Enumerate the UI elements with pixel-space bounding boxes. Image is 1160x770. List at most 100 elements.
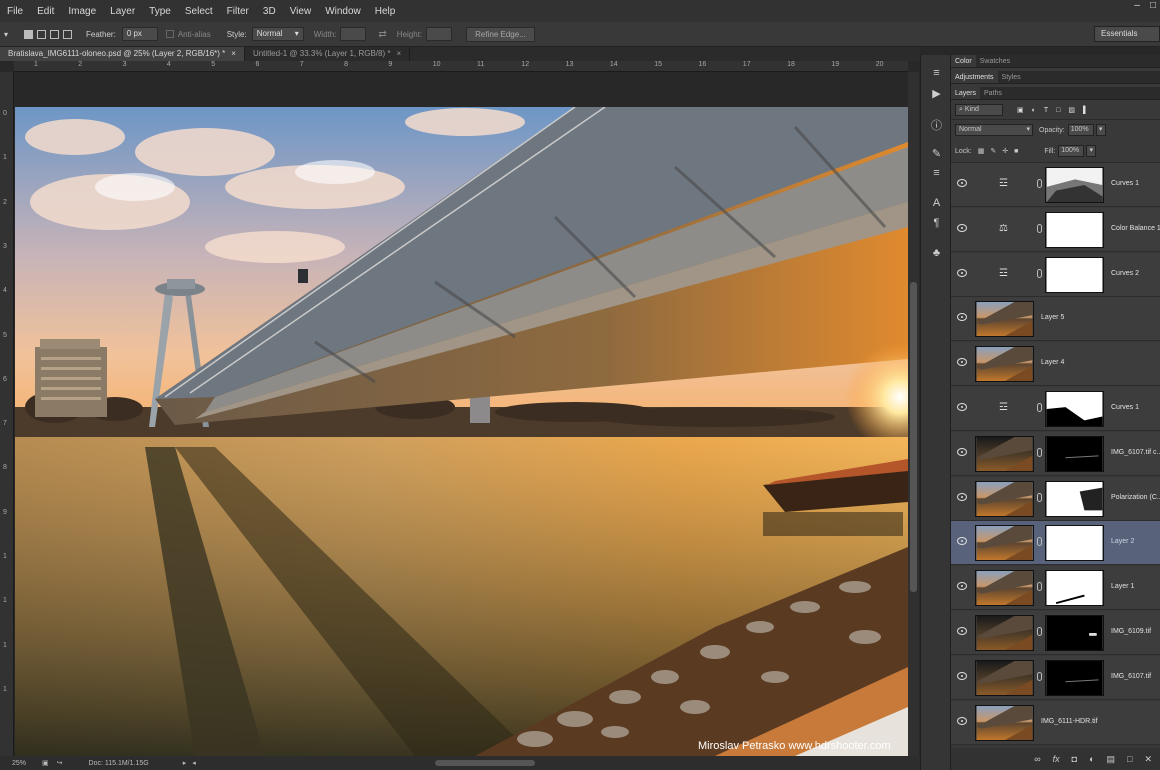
menu-view[interactable]: View <box>283 6 319 17</box>
subtract-selection-icon[interactable] <box>50 29 60 39</box>
export-icon[interactable]: ↪ <box>57 759 63 767</box>
layer-thumbnail[interactable] <box>975 435 1034 472</box>
add-mask-icon[interactable]: ◘ <box>1072 754 1077 764</box>
fx-icon[interactable]: fx <box>1053 754 1060 764</box>
filter-toggle-icon[interactable]: ▌ <box>1083 107 1088 114</box>
layer-row[interactable]: IMG_6111-HDR.tif <box>951 700 1160 745</box>
link-icon[interactable] <box>1037 179 1042 188</box>
doc-tab-bratislava[interactable]: Bratislava_IMG6111-oloneo.psd @ 25% (Lay… <box>0 47 245 61</box>
lock-image-icon[interactable]: ✎ <box>990 147 996 155</box>
tool-preset-icon[interactable]: ▾ <box>4 30 8 39</box>
horizontal-ruler[interactable]: 1 2 3 4 5 6 7 8 9 10 11 12 13 14 15 16 17 18 19 20 <box>14 61 908 72</box>
layer-thumbnail[interactable] <box>975 480 1034 517</box>
visibility-eye-icon[interactable] <box>957 582 967 591</box>
menu-3d[interactable]: 3D <box>256 6 283 17</box>
link-icon[interactable] <box>1037 447 1042 457</box>
layer-row[interactable]: Polarization (C... <box>951 476 1160 521</box>
status-menu-icon[interactable]: ▸ <box>183 759 187 767</box>
camera-icon[interactable]: ▣ <box>42 759 49 767</box>
layer-name[interactable]: Color Balance 1 <box>1111 225 1160 232</box>
blend-mode-select[interactable]: Normal ▾ <box>955 124 1033 136</box>
layer-mask-thumbnail[interactable] <box>1045 615 1104 651</box>
link-icon[interactable] <box>1037 671 1042 681</box>
layer-row[interactable]: ☲ Curves 2 <box>951 252 1160 297</box>
tab-swatches[interactable]: Swatches <box>976 55 1014 67</box>
layer-thumbnail[interactable] <box>975 525 1034 562</box>
layer-mask-thumbnail[interactable] <box>1045 391 1104 427</box>
visibility-eye-icon[interactable] <box>957 313 967 322</box>
layer-row[interactable]: ⚖ Color Balance 1 <box>951 207 1160 252</box>
tab-styles[interactable]: Styles <box>998 71 1025 83</box>
new-layer-icon[interactable]: □ <box>1127 754 1132 764</box>
layer-name[interactable]: IMG_6111-HDR.tif <box>1041 718 1098 725</box>
layer-mask-thumbnail[interactable] <box>1045 435 1104 472</box>
layer-name[interactable]: Curves 1 <box>1111 180 1139 187</box>
layer-thumbnail[interactable] <box>975 301 1034 338</box>
layer-row[interactable]: Layer 1 <box>951 566 1160 611</box>
layer-thumbnail[interactable] <box>975 704 1034 741</box>
link-layers-icon[interactable]: ∞ <box>1034 754 1040 764</box>
menu-filter[interactable]: Filter <box>220 6 256 17</box>
layer-mask-thumbnail[interactable] <box>1045 167 1104 203</box>
link-icon[interactable] <box>1037 537 1042 547</box>
menu-layer[interactable]: Layer <box>103 6 142 17</box>
layer-thumbnail[interactable] <box>975 615 1034 651</box>
vertical-scrollbar[interactable] <box>908 72 919 756</box>
layer-name[interactable]: Polarization (C... <box>1111 494 1160 501</box>
layer-row[interactable]: IMG_6107.tif c... <box>951 431 1160 476</box>
menu-image[interactable]: Image <box>61 6 103 17</box>
visibility-eye-icon[interactable] <box>957 223 967 232</box>
layer-name[interactable]: Layer 1 <box>1111 583 1134 590</box>
intersect-selection-icon[interactable] <box>63 29 73 39</box>
layer-mask-thumbnail[interactable] <box>1045 211 1104 248</box>
visibility-eye-icon[interactable] <box>957 671 967 680</box>
link-icon[interactable] <box>1037 492 1042 502</box>
swap-icon[interactable]: ⇄ <box>378 29 386 40</box>
tab-color[interactable]: Color <box>951 55 976 67</box>
layer-thumbnail[interactable] <box>975 570 1034 607</box>
layer-row[interactable]: IMG_6109.tif <box>951 611 1160 655</box>
add-selection-icon[interactable] <box>37 29 47 39</box>
fill-input[interactable]: 100% <box>1058 145 1085 157</box>
layer-mask-thumbnail[interactable] <box>1045 256 1104 293</box>
layer-name[interactable]: Curves 1 <box>1111 404 1139 411</box>
visibility-eye-icon[interactable] <box>957 716 967 725</box>
tab-adjustments[interactable]: Adjustments <box>951 71 998 83</box>
visibility-eye-icon[interactable] <box>957 627 967 635</box>
layer-mask-thumbnail[interactable] <box>1045 480 1104 517</box>
vertical-ruler[interactable]: 0 1 2 3 4 5 6 7 8 9 1 1 1 1 <box>0 72 14 756</box>
history-icon[interactable]: ≡ <box>929 67 944 79</box>
antialias-checkbox[interactable] <box>165 30 174 38</box>
zoom-level[interactable]: 25% <box>12 760 26 767</box>
layer-row[interactable]: ☲ Curves 1 <box>951 163 1160 207</box>
new-adjustment-icon[interactable]: ◐ <box>1089 754 1094 764</box>
visibility-eye-icon[interactable] <box>957 447 967 456</box>
visibility-eye-icon[interactable] <box>957 537 967 546</box>
layer-row[interactable]: IMG_6107.tif <box>951 655 1160 700</box>
menu-help[interactable]: Help <box>368 6 403 17</box>
chevron-down-icon[interactable]: ▾ <box>1095 124 1106 136</box>
scroll-thumb[interactable] <box>435 760 535 766</box>
layer-name[interactable]: IMG_6107.tif <box>1111 673 1151 680</box>
layer-thumbnail[interactable] <box>975 346 1034 383</box>
width-input[interactable] <box>340 27 367 41</box>
filter-pixel-icon[interactable]: ▣ <box>1017 106 1024 114</box>
visibility-eye-icon[interactable] <box>957 268 967 277</box>
layer-mask-thumbnail[interactable] <box>1045 525 1104 562</box>
layer-name[interactable]: Curves 2 <box>1111 270 1139 277</box>
layer-mask-thumbnail[interactable] <box>1045 659 1104 696</box>
style-select[interactable]: Normal ▾ <box>251 27 304 41</box>
layer-row[interactable]: Layer 2 <box>951 521 1160 566</box>
menu-type[interactable]: Type <box>142 6 178 17</box>
layer-thumbnail[interactable] <box>975 659 1034 696</box>
link-icon[interactable] <box>1037 268 1042 278</box>
feather-input[interactable]: 0 px <box>121 27 158 41</box>
menu-file[interactable]: File <box>0 6 30 17</box>
layer-mask-thumbnail[interactable] <box>1045 570 1104 607</box>
menu-edit[interactable]: Edit <box>30 6 61 17</box>
visibility-eye-icon[interactable] <box>957 492 967 501</box>
close-icon[interactable]: × <box>396 49 401 58</box>
document-image[interactable]: Miroslav Petrasko www.hdrshooter.com <box>15 107 908 756</box>
workspace-switcher[interactable]: Essentials <box>1094 26 1160 42</box>
paragraph-icon[interactable]: ¶ <box>929 217 944 229</box>
